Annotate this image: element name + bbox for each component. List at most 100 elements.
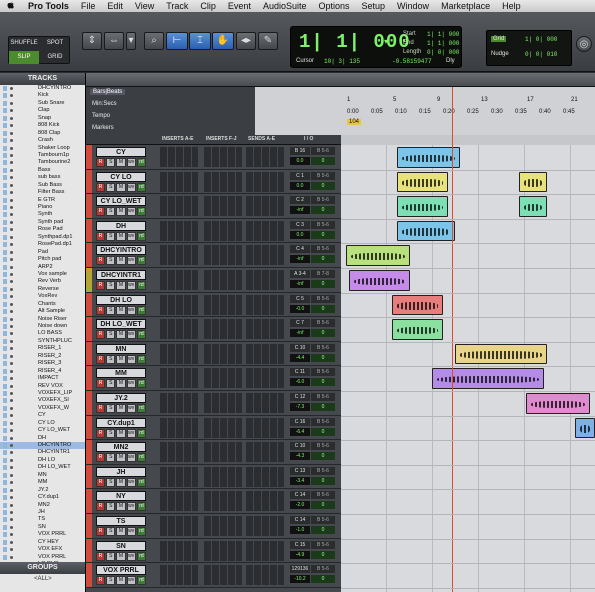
input-selector[interactable]: A 3-4: [290, 270, 310, 278]
output-selector[interactable]: B 5-6: [311, 319, 335, 328]
view-selector[interactable]: wv: [126, 305, 136, 315]
dly-label[interactable]: Dly: [446, 58, 455, 64]
pan-value[interactable]: 0: [311, 329, 335, 338]
show-hide-icon[interactable]: [10, 317, 13, 321]
track-name[interactable]: DH LO_WET: [96, 319, 146, 330]
automation-mode[interactable]: rd: [136, 576, 147, 586]
view-selector[interactable]: wv: [126, 281, 136, 290]
volume-value[interactable]: -6.4: [290, 427, 310, 436]
show-hide-icon[interactable]: [10, 87, 13, 90]
mute-button[interactable]: M: [116, 551, 126, 561]
automation-mode[interactable]: rd: [136, 502, 147, 512]
input-selector[interactable]: C 15: [290, 540, 310, 549]
view-selector[interactable]: wv: [126, 477, 136, 487]
show-hide-icon[interactable]: [10, 302, 13, 306]
show-hide-icon[interactable]: [10, 146, 13, 150]
sends-a-e[interactable]: [246, 393, 284, 413]
track-list-item[interactable]: CY.dup1: [0, 494, 85, 501]
show-hide-icon[interactable]: [10, 250, 13, 254]
inserts-f-j[interactable]: [204, 466, 242, 487]
track-name[interactable]: DH: [96, 220, 146, 231]
track-list-item[interactable]: ARP2: [0, 264, 85, 271]
input-selector[interactable]: C 16: [290, 417, 310, 426]
track-list-item[interactable]: Piano: [0, 204, 85, 211]
solo-button[interactable]: S: [106, 551, 116, 561]
output-selector[interactable]: B 5-6: [311, 245, 335, 254]
input-selector[interactable]: C 1: [290, 171, 310, 180]
volume-value[interactable]: -inf: [290, 255, 310, 264]
groups-all-item[interactable]: <ALL>: [0, 574, 85, 584]
inserts-f-j[interactable]: [204, 343, 242, 364]
output-selector[interactable]: B 5-6: [311, 466, 335, 475]
mute-button[interactable]: M: [116, 477, 126, 487]
menu-track[interactable]: Track: [160, 0, 194, 12]
record-arm-button[interactable]: R: [96, 404, 106, 413]
show-hide-icon[interactable]: [10, 496, 13, 500]
track-list-item[interactable]: CY LO_WET: [0, 427, 85, 434]
ruler-min-secs[interactable]: Min:Secs: [92, 101, 117, 107]
show-hide-icon[interactable]: [10, 310, 13, 314]
track-header[interactable]: MN2 R S Mwv rd C 10 B 5-6 -4.3 0: [86, 440, 341, 465]
zoom-preset-icon[interactable]: ▾: [126, 32, 136, 50]
track-list-item[interactable]: Shaker Loop: [0, 145, 85, 152]
track-list-item[interactable]: MN: [0, 472, 85, 479]
show-hide-icon[interactable]: [10, 458, 13, 462]
show-hide-icon[interactable]: [10, 272, 13, 276]
inserts-a-e[interactable]: [160, 171, 198, 192]
inserts-f-j[interactable]: [204, 368, 242, 389]
track-header[interactable]: MM R S Mwv rd C 11 B 5-6 -6.0 0: [86, 366, 341, 391]
volume-value[interactable]: -6.0: [290, 378, 310, 387]
show-hide-icon[interactable]: [10, 555, 13, 559]
inserts-a-e[interactable]: [160, 294, 198, 315]
output-selector[interactable]: B 5-6: [311, 171, 335, 180]
track-header[interactable]: VOX PRRL R S Mwv rd 129136 B 5-6 -10.2 0: [86, 563, 341, 588]
show-hide-icon[interactable]: [10, 295, 13, 299]
input-selector[interactable]: C 10: [290, 343, 310, 352]
track-list-item[interactable]: RISER_1: [0, 345, 85, 352]
track-list-item[interactable]: VOXEFX_W: [0, 405, 85, 412]
sends-a-e[interactable]: [246, 466, 284, 487]
menu-help[interactable]: Help: [496, 0, 527, 12]
pan-value[interactable]: 0: [311, 452, 335, 461]
record-arm-button[interactable]: R: [96, 354, 106, 364]
nudge-value[interactable]: 0| 0| 010: [525, 51, 557, 58]
show-hide-icon[interactable]: [10, 139, 13, 143]
track-name[interactable]: JY.2: [96, 393, 146, 403]
show-hide-icon[interactable]: [10, 206, 13, 209]
audio-clip[interactable]: [396, 196, 448, 217]
volume-value[interactable]: -4.3: [290, 452, 310, 461]
show-hide-icon[interactable]: [10, 406, 13, 410]
show-hide-icon[interactable]: [10, 481, 13, 485]
zoom-vertical-icon[interactable]: ⇕: [82, 32, 102, 50]
inserts-f-j[interactable]: [204, 319, 242, 340]
show-hide-icon[interactable]: [10, 510, 13, 514]
show-hide-icon[interactable]: [10, 325, 13, 328]
track-list-item[interactable]: Synth: [0, 211, 85, 218]
mute-button[interactable]: M: [116, 281, 126, 290]
track-list-item[interactable]: Rose Pad: [0, 226, 85, 233]
show-hide-icon[interactable]: [10, 243, 13, 247]
track-list-item[interactable]: Tambourn1p: [0, 152, 85, 159]
sends-a-e[interactable]: [246, 171, 284, 192]
show-hide-icon[interactable]: [10, 444, 13, 447]
sends-a-e[interactable]: [246, 343, 284, 364]
menu-view[interactable]: View: [129, 0, 160, 12]
mode-grid[interactable]: GRID: [40, 51, 70, 64]
solo-button[interactable]: S: [106, 330, 116, 340]
record-arm-button[interactable]: R: [96, 428, 106, 438]
solo-button[interactable]: S: [106, 576, 116, 586]
audio-clip[interactable]: [432, 368, 545, 389]
sends-a-e-header[interactable]: SENDS A-E: [248, 136, 275, 142]
solo-button[interactable]: S: [106, 231, 116, 241]
mute-button[interactable]: M: [116, 256, 126, 266]
inserts-a-e[interactable]: [160, 565, 198, 586]
input-selector[interactable]: C 7: [290, 319, 310, 328]
mute-button[interactable]: M: [116, 428, 126, 438]
grid-label[interactable]: Grid: [491, 36, 507, 42]
inserts-a-e[interactable]: [160, 220, 198, 241]
pan-value[interactable]: 0: [311, 206, 335, 215]
show-hide-icon[interactable]: [10, 258, 13, 262]
track-header[interactable]: CY LO_WET R S Mwv rd C 2B 5-6 -inf 0: [86, 194, 341, 219]
inserts-a-e[interactable]: [160, 245, 198, 266]
mute-button[interactable]: M: [116, 182, 126, 192]
